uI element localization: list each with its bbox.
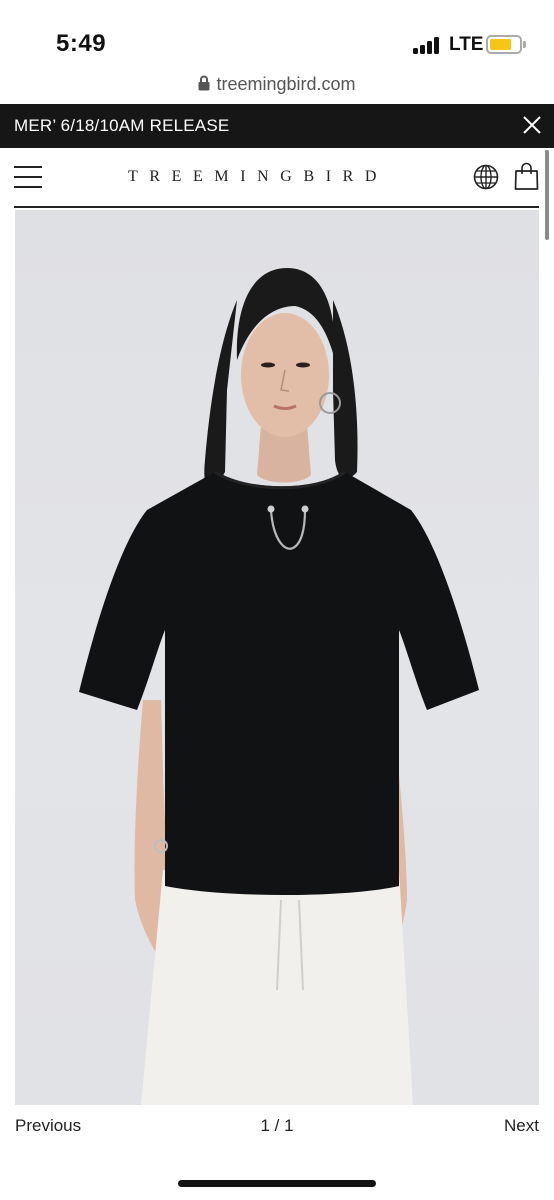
network-label: LTE	[449, 34, 484, 55]
battery-cap	[523, 41, 526, 48]
home-indicator[interactable]	[178, 1180, 376, 1187]
scrollbar-thumb[interactable]	[545, 150, 549, 240]
menu-icon[interactable]	[14, 166, 42, 188]
globe-icon[interactable]	[473, 164, 499, 190]
status-time: 5:49	[56, 30, 107, 57]
next-button[interactable]: Next	[504, 1116, 539, 1136]
product-image[interactable]	[15, 210, 539, 1105]
close-icon[interactable]	[519, 112, 545, 138]
url-bar[interactable]: treemingbird.com	[0, 74, 554, 98]
announcement-bar: MER’ 6/18/10AM RELEASE	[0, 104, 554, 148]
announcement-text[interactable]: MER’ 6/18/10AM RELEASE	[14, 116, 229, 136]
lock-icon	[198, 75, 210, 91]
battery-icon	[486, 35, 522, 54]
status-bar: 5:49 LTE	[0, 0, 554, 70]
battery-level	[490, 39, 511, 50]
shopping-bag-icon[interactable]	[514, 162, 539, 190]
url-text: treemingbird.com	[216, 74, 356, 94]
brand-logo[interactable]: TREEMINGBIRD	[128, 168, 388, 186]
page-count: 1 / 1	[260, 1116, 294, 1135]
product-photo	[79, 268, 479, 1105]
image-pager: Previous 1 / 1 Next	[0, 1114, 554, 1138]
site-header: TREEMINGBIRD	[14, 148, 539, 208]
signal-icon	[413, 36, 441, 54]
